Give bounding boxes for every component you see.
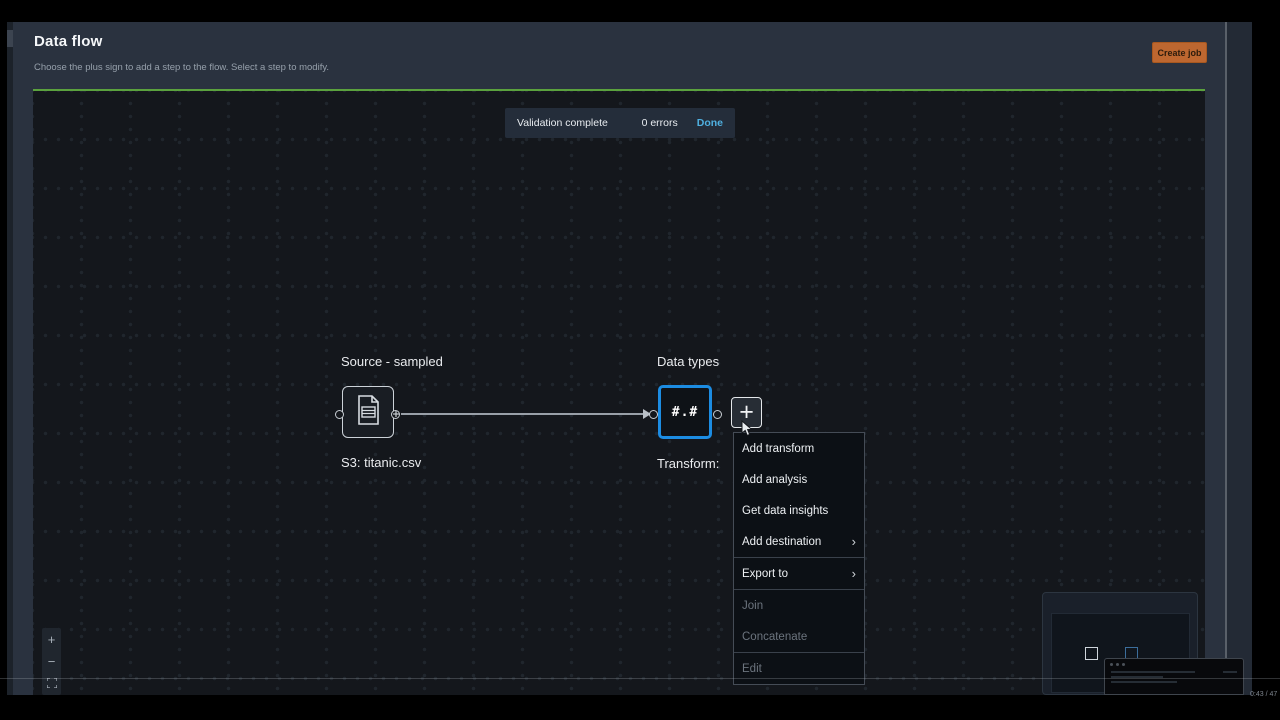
menu-item-join[interactable]: Join [734, 590, 864, 621]
menu-item-label: Get data insights [742, 505, 828, 517]
mouse-cursor-icon [740, 420, 754, 442]
menu-item-get-data-insights[interactable]: Get data insights [734, 495, 864, 526]
source-node[interactable] [342, 386, 394, 438]
video-scrub-line [0, 678, 1280, 679]
source-node-title: Source - sampled [341, 354, 443, 369]
fit-view-icon [47, 678, 57, 688]
menu-item-add-analysis[interactable]: Add analysis [734, 464, 864, 495]
menu-item-label: Join [742, 600, 763, 612]
menu-item-label: Concatenate [742, 631, 807, 643]
menu-item-label: Add analysis [742, 474, 807, 486]
pip-content-line [1223, 671, 1237, 673]
source-output-port[interactable] [391, 410, 400, 419]
source-input-port[interactable] [335, 410, 344, 419]
zoom-in-button[interactable]: + [42, 628, 61, 650]
flow-edge [401, 413, 644, 415]
right-edge-strip [1227, 22, 1252, 695]
menu-item-concatenate[interactable]: Concatenate [734, 621, 864, 652]
menu-item-label: Add transform [742, 443, 814, 455]
pip-content-line [1111, 671, 1195, 673]
submenu-chevron-icon: › [852, 535, 856, 548]
window-dots-icon [1110, 663, 1125, 666]
menu-item-label: Export to [742, 568, 788, 580]
datatypes-input-port[interactable] [649, 410, 658, 419]
canvas-zoom-toolbar: + − [42, 628, 61, 695]
page-title: Data flow [34, 33, 102, 50]
menu-item-label: Edit [742, 663, 762, 675]
create-job-button[interactable]: Create job [1152, 42, 1207, 63]
page-subtitle: Choose the plus sign to add a step to th… [34, 62, 329, 73]
zoom-out-button[interactable]: − [42, 650, 61, 672]
validation-done-link[interactable]: Done [697, 117, 723, 129]
pip-content-line [1111, 681, 1177, 683]
menu-item-export-to[interactable]: Export to › [734, 558, 864, 589]
fit-view-button[interactable] [42, 672, 61, 694]
add-step-context-menu: Add transform Add analysis Get data insi… [733, 432, 865, 685]
menu-item-add-destination[interactable]: Add destination › [734, 526, 864, 557]
validation-message: Validation complete [517, 117, 608, 129]
datatypes-node-caption: Transform: [657, 456, 719, 471]
validation-error-count: 0 errors [642, 117, 678, 129]
bottom-black-bar [0, 695, 1280, 720]
menu-item-edit[interactable]: Edit [734, 653, 864, 684]
datatypes-node[interactable]: #.# [658, 385, 712, 439]
minimap-source-node [1085, 647, 1098, 660]
source-node-caption: S3: titanic.csv [341, 455, 421, 470]
app-window: Data flow Choose the plus sign to add a … [0, 0, 1280, 720]
flow-canvas[interactable] [33, 91, 1205, 695]
datatypes-output-port[interactable] [713, 410, 722, 419]
submenu-chevron-icon: › [852, 567, 856, 580]
datatypes-node-title: Data types [657, 354, 719, 369]
validation-banner: Validation complete 0 errors Done [505, 108, 735, 138]
overlay-mini-window [1104, 658, 1244, 695]
video-timestamp: 0:43 / 47 [1250, 691, 1277, 698]
menu-item-label: Add destination [742, 536, 821, 548]
csv-file-icon [355, 395, 381, 430]
data-types-icon: #.# [672, 405, 698, 420]
